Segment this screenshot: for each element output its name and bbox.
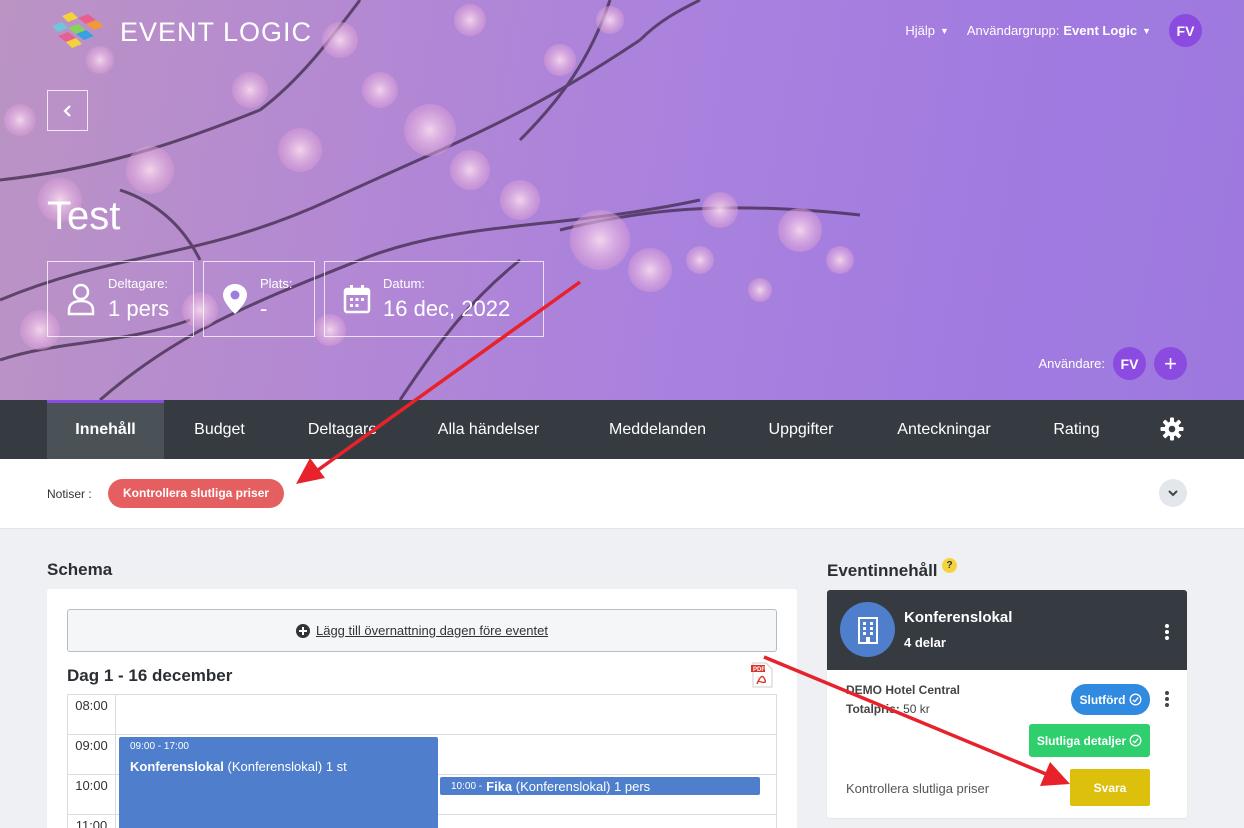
event-title: Test	[47, 194, 121, 238]
add-user-button[interactable]: +	[1154, 347, 1187, 380]
block-detail: (Konferenslokal) 1 st	[227, 759, 347, 774]
event-tabs: Innehåll Budget Deltagare Alla händelser…	[0, 400, 1244, 459]
notices-label: Notiser :	[47, 487, 92, 501]
pdf-icon: PDF	[751, 662, 773, 688]
block-name: Konferenslokal	[130, 759, 224, 774]
gear-icon	[1160, 417, 1184, 441]
day-title: Dag 1 - 16 december	[67, 666, 233, 685]
event-hero: EVENT LOGIC Hjälp ▼ Användargrupp: Event…	[0, 0, 1244, 400]
block-time: 10:00 -	[451, 780, 483, 792]
schedule-title: Schema	[47, 560, 113, 579]
participants-value: 1 pers	[108, 296, 170, 321]
time-label: 10:00	[75, 778, 108, 793]
logo-icon	[52, 12, 104, 48]
top-right-menu: Hjälp ▼ Användargrupp: Event Logic ▼ FV	[905, 14, 1202, 47]
notices-bar: Notiser : Kontrollera slutliga priser	[0, 459, 1244, 529]
event-content-card: Konferenslokal 4 delar DEMO Hotel Centra…	[827, 590, 1187, 818]
check-circle-icon	[1129, 734, 1142, 747]
content-menu-button[interactable]	[1163, 623, 1171, 641]
final-details-label: Slutliga detaljer	[1036, 733, 1127, 748]
item-menu-button[interactable]	[1163, 690, 1171, 708]
tab-rating[interactable]: Rating	[1040, 400, 1113, 459]
place-box: Plats: -	[203, 261, 315, 337]
tab-innehall[interactable]: Innehåll	[47, 400, 164, 459]
location-pin-icon	[222, 283, 248, 315]
event-user-avatar[interactable]: FV	[1113, 347, 1146, 380]
add-overnight-button[interactable]: Lägg till övernattning dagen före evente…	[67, 609, 777, 652]
place-value: -	[260, 296, 268, 321]
pdf-export-button[interactable]: PDF	[751, 662, 773, 693]
tab-uppgifter[interactable]: Uppgifter	[750, 400, 852, 459]
help-icon[interactable]: ?	[942, 558, 957, 573]
chevron-down-icon	[1168, 490, 1178, 497]
schedule-card: Lägg till övernattning dagen före evente…	[47, 589, 797, 828]
user-avatar[interactable]: FV	[1169, 14, 1202, 47]
tab-meddelanden[interactable]: Meddelanden	[590, 400, 725, 459]
date-box: Datum: 16 dec, 2022	[324, 261, 544, 337]
final-details-badge[interactable]: Slutliga detaljer	[1029, 724, 1150, 757]
users-label: Användare:	[1038, 356, 1106, 371]
app-logo[interactable]: EVENT LOGIC	[48, 12, 312, 52]
total-price: Totalpris: 50 kr	[846, 702, 930, 716]
hotel-name: DEMO Hotel Central	[846, 683, 961, 697]
price-label: Totalpris:	[846, 702, 900, 716]
add-overnight-label: Lägg till övernattning dagen före evente…	[315, 623, 548, 638]
time-label: 11:00	[75, 818, 108, 828]
tab-deltagare[interactable]: Deltagare	[290, 400, 395, 459]
time-label: 09:00	[75, 738, 108, 753]
blossom-background	[0, 0, 1244, 400]
event-content-card-header: Konferenslokal 4 delar	[827, 590, 1187, 670]
schedule-block-konferenslokal[interactable]: 09:00 - 17:00 Konferenslokal (Konferensl…	[119, 737, 438, 828]
hotel-icon	[840, 602, 895, 657]
participants-box: Deltagare: 1 pers	[47, 261, 194, 337]
event-content-title: Eventinnehåll	[827, 561, 938, 580]
user-group-label: Användargrupp:	[966, 23, 1060, 38]
logo-text: EVENT LOGIC	[120, 16, 313, 47]
notice-pill[interactable]: Kontrollera slutliga priser	[108, 479, 285, 508]
chevron-down-icon: ▼	[939, 25, 949, 36]
tab-alla-handelser[interactable]: Alla händelser	[420, 400, 557, 459]
event-users: Användare: FV +	[1038, 347, 1187, 380]
block-name: Fika	[486, 778, 513, 794]
status-done-badge[interactable]: Slutförd	[1071, 684, 1150, 715]
help-menu[interactable]: Hjälp ▼	[905, 23, 949, 38]
help-label: Hjälp	[905, 23, 935, 38]
collapse-notices-button[interactable]	[1159, 479, 1187, 507]
chevron-down-icon: ▼	[1142, 25, 1151, 36]
content-name: Konferenslokal	[904, 609, 1013, 626]
user-group-value: Event Logic	[1063, 23, 1138, 38]
block-detail: (Konferenslokal) 1 pers	[515, 778, 651, 794]
plus-circle-icon	[295, 623, 310, 638]
time-label: 08:00	[75, 698, 108, 713]
svg-text:PDF: PDF	[753, 667, 765, 673]
settings-button[interactable]	[1160, 417, 1184, 446]
user-icon	[66, 282, 96, 316]
participants-label: Deltagare:	[108, 276, 168, 291]
user-group-menu[interactable]: Användargrupp: Event Logic ▼	[967, 23, 1151, 38]
calendar-icon	[343, 284, 371, 314]
chevron-left-icon	[62, 104, 71, 117]
block-time: 09:00 - 17:00	[130, 741, 189, 752]
content-parts: 4 delar	[904, 635, 946, 650]
tab-budget[interactable]: Budget	[172, 400, 267, 459]
day-schedule-grid: 08:00 09:00 10:00 11:00 09:00 - 17:00 Ko…	[67, 694, 777, 828]
place-label: Plats:	[260, 276, 293, 291]
schedule-block-fika[interactable]: 10:00 - Fika (Konferenslokal) 1 pers	[440, 777, 760, 795]
price-value: 50 kr	[903, 702, 930, 716]
tab-anteckningar[interactable]: Anteckningar	[880, 400, 1008, 459]
reply-button[interactable]: Svara	[1070, 769, 1150, 806]
date-value: 16 dec, 2022	[383, 296, 511, 321]
back-button[interactable]	[47, 90, 88, 131]
date-label: Datum:	[383, 276, 425, 291]
check-circle-icon	[1129, 693, 1141, 706]
status-done-label: Slutförd	[1079, 692, 1126, 707]
content-message: Kontrollera slutliga priser	[846, 781, 990, 796]
